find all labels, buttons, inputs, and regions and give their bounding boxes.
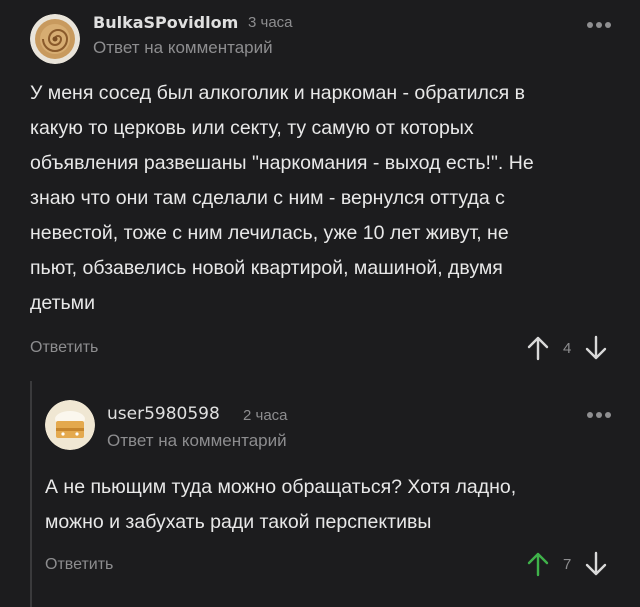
reply-to-label[interactable]: Ответ на комментарий	[107, 431, 287, 451]
reply-button[interactable]: Ответить	[45, 556, 113, 574]
more-dots-icon[interactable]	[587, 412, 611, 418]
vote-widget: 4	[527, 335, 607, 361]
author-name[interactable]: user5980598	[107, 404, 220, 424]
comment-reply: user5980598 2 часа Ответ на комментарий …	[0, 380, 640, 607]
author-name[interactable]: BulkaSPovidlom	[93, 13, 238, 32]
arrow-up-icon[interactable]	[527, 551, 549, 577]
comment-text: А не пьющим туда можно обращаться? Хотя …	[45, 476, 517, 533]
arrow-up-icon[interactable]	[527, 335, 549, 361]
vote-widget: 7	[527, 551, 607, 577]
comment-time: 3 часа	[248, 14, 293, 31]
comment-text: У меня сосед был алкоголик и наркоман - …	[30, 82, 534, 314]
vote-count: 4	[563, 339, 572, 357]
avatar[interactable]	[30, 14, 80, 64]
more-dots-icon[interactable]	[587, 22, 611, 28]
reply-to-label[interactable]: Ответ на комментарий	[93, 38, 273, 58]
bun-avatar-icon	[30, 14, 80, 64]
comment: BulkaSPovidlom 3 часа Ответ на комментар…	[0, 0, 640, 380]
reply-button[interactable]: Ответить	[30, 339, 98, 357]
comment-time: 2 часа	[243, 407, 288, 424]
avatar[interactable]	[45, 400, 95, 450]
arrow-down-icon[interactable]	[585, 335, 607, 361]
cake-avatar-icon	[45, 400, 95, 450]
vote-count: 7	[563, 555, 572, 573]
arrow-down-icon[interactable]	[585, 551, 607, 577]
